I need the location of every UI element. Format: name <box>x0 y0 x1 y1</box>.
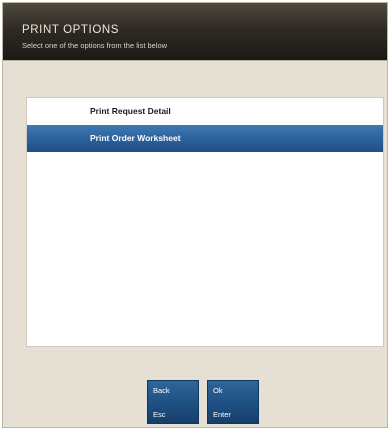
print-options-list: Print Request Detail Print Order Workshe… <box>26 97 384 347</box>
ok-button[interactable]: Ok Enter <box>207 380 259 424</box>
dialog-title: PRINT OPTIONS <box>22 24 120 36</box>
ok-button-key: Enter <box>213 410 231 419</box>
print-options-dialog: PRINT OPTIONS Select one of the options … <box>2 2 388 428</box>
ok-button-label: Ok <box>213 386 223 395</box>
back-button[interactable]: Back Esc <box>147 380 199 424</box>
list-item-label: Print Order Worksheet <box>90 133 181 143</box>
back-button-label: Back <box>153 386 170 395</box>
dialog-header: PRINT OPTIONS Select one of the options … <box>3 3 387 61</box>
list-item-label: Print Request Detail <box>90 106 171 116</box>
back-button-key: Esc <box>153 410 166 419</box>
list-item-print-order-worksheet[interactable]: Print Order Worksheet <box>27 125 383 152</box>
list-item-print-request-detail[interactable]: Print Request Detail <box>27 98 383 125</box>
dialog-subtitle: Select one of the options from the list … <box>22 41 168 50</box>
